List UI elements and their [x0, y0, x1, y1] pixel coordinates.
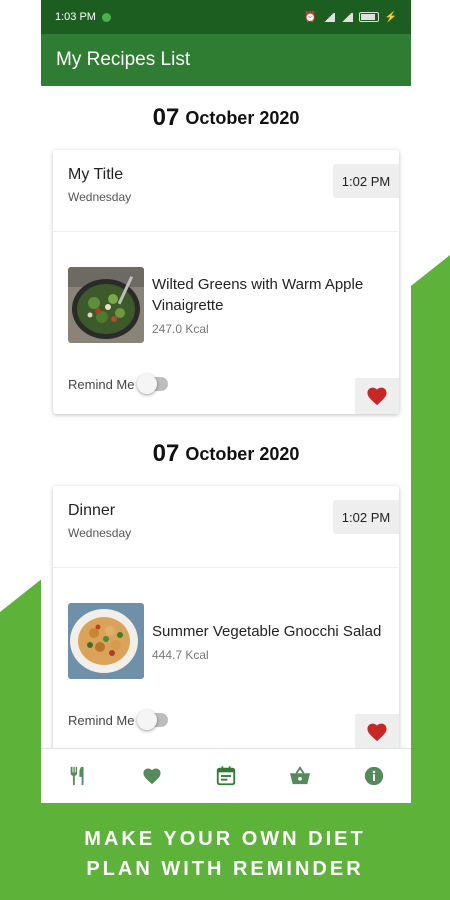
date-header: 07 October 2020	[41, 86, 411, 150]
recipe-name: Summer Vegetable Gnocchi Salad	[152, 622, 382, 640]
heart-icon	[143, 768, 161, 785]
time-chip[interactable]: 1:02 PM	[333, 500, 399, 534]
nav-planner[interactable]	[206, 756, 246, 796]
favorite-button[interactable]	[355, 378, 399, 414]
meal-card[interactable]: Dinner Wednesday 1:02 PM Summer Vegetabl…	[53, 486, 399, 748]
recipe-row[interactable]: Summer Vegetable Gnocchi Salad 444.7 Kca…	[53, 568, 399, 690]
fork-knife-icon	[70, 766, 84, 786]
alarm-icon: ⏰	[304, 11, 317, 23]
salad-bowl-image	[68, 267, 144, 343]
toggle-knob	[137, 374, 158, 394]
recipe-kcal: 444.7 Kcal	[152, 647, 209, 662]
heart-icon	[367, 723, 387, 742]
signal-icon-2	[340, 12, 353, 22]
status-bar: 1:03 PM ⏰ ⚡	[41, 0, 411, 34]
nav-favorites[interactable]	[132, 756, 172, 796]
remind-me-label: Remind Me	[68, 376, 135, 392]
recipe-name: Wilted Greens with Warm Apple Vinaigrett…	[152, 276, 364, 314]
remind-me-label: Remind Me	[68, 712, 135, 728]
notification-dot-icon	[101, 12, 111, 22]
battery-icon	[358, 12, 379, 22]
remind-me-toggle[interactable]	[137, 710, 169, 730]
tagline-line-1: MAKE YOUR OWN DIET	[84, 828, 366, 850]
date-day: 07	[152, 440, 180, 467]
signal-icon	[322, 12, 335, 22]
nav-shopping[interactable]	[280, 756, 320, 796]
promo-tagline: MAKE YOUR OWN DIET PLAN WITH REMINDER	[0, 824, 450, 884]
remind-me-toggle[interactable]	[137, 374, 169, 394]
tagline-line-2: PLAN WITH REMINDER	[86, 858, 364, 880]
bottom-nav	[41, 748, 411, 803]
date-day: 07	[152, 104, 180, 131]
recipe-list[interactable]: 07 October 2020 My Title Wednesday 1:02 …	[41, 86, 411, 748]
date-month-year: October 2020	[185, 107, 300, 128]
date-month-year: October 2020	[185, 443, 300, 464]
nav-info[interactable]	[354, 756, 394, 796]
meal-card[interactable]: My Title Wednesday 1:02 PM Wilted Greens…	[53, 150, 399, 414]
basket-icon	[290, 766, 310, 785]
nav-recipes[interactable]	[58, 756, 98, 796]
status-time: 1:03 PM	[55, 11, 96, 23]
charging-icon: ⚡	[384, 11, 397, 23]
app-bar: My Recipes List	[41, 34, 411, 86]
app-title: My Recipes List	[56, 49, 191, 70]
calendar-icon	[216, 766, 236, 786]
recipe-kcal: 247.0 Kcal	[152, 322, 209, 336]
recipe-row[interactable]: Wilted Greens with Warm Apple Vinaigrett…	[53, 232, 399, 354]
info-icon	[364, 766, 384, 786]
gnocchi-plate-image	[68, 603, 144, 679]
phone-screen: 1:03 PM ⏰ ⚡ My Recipes List 07 October 2…	[41, 0, 411, 803]
heart-icon	[367, 387, 387, 406]
date-header: 07 October 2020	[41, 422, 411, 486]
time-chip[interactable]: 1:02 PM	[333, 164, 399, 198]
toggle-knob	[137, 710, 158, 730]
favorite-button[interactable]	[355, 714, 399, 748]
